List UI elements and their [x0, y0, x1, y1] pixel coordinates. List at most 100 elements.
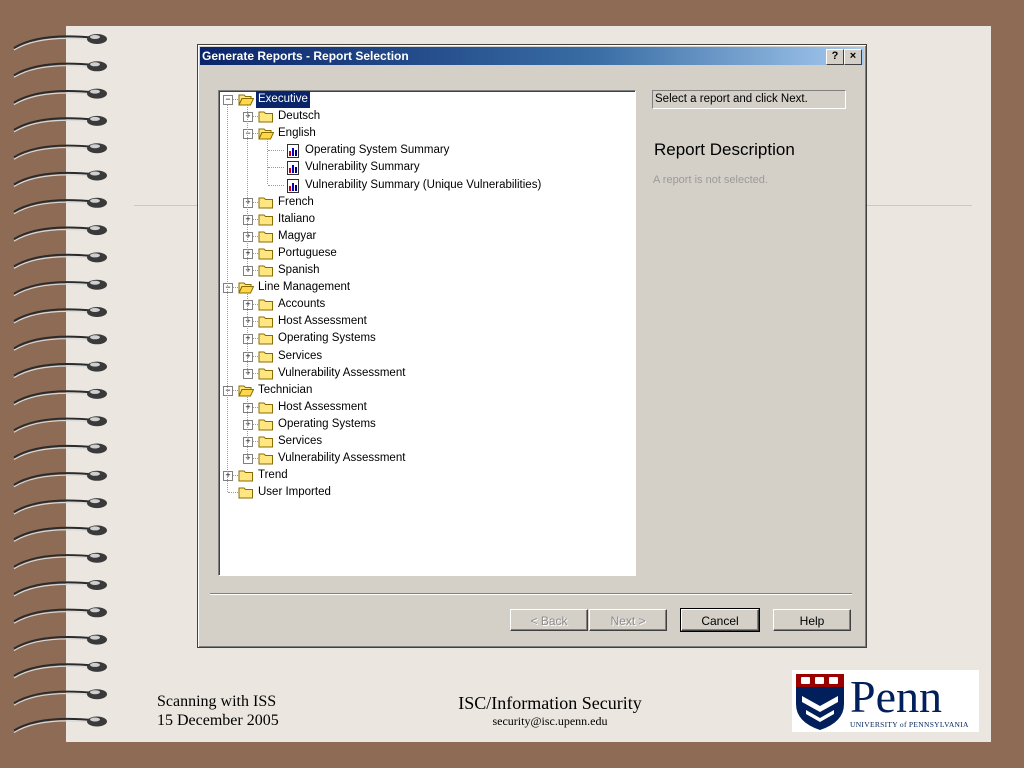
- expand-icon[interactable]: +: [243, 266, 253, 276]
- tree-folder-item[interactable]: + Deutsch: [219, 108, 635, 125]
- expand-icon[interactable]: +: [243, 112, 253, 123]
- cancel-button[interactable]: Cancel: [680, 608, 760, 632]
- tree-folder-item[interactable]: + Accounts: [219, 296, 635, 313]
- tree-item-label: Operating Systems: [278, 417, 376, 430]
- back-button[interactable]: < Back: [510, 609, 588, 631]
- tree-item-label: Vulnerability Assessment: [278, 452, 406, 465]
- expand-icon[interactable]: +: [243, 351, 253, 362]
- tree-folder-item[interactable]: + Spanish: [219, 262, 635, 279]
- collapse-icon[interactable]: −: [243, 129, 253, 140]
- expand-icon[interactable]: +: [243, 317, 253, 328]
- tree-item-label: Accounts: [278, 298, 326, 311]
- tree-report-item[interactable]: Vulnerability Summary: [219, 159, 635, 176]
- folder-icon: [258, 350, 274, 363]
- collapse-icon[interactable]: −: [223, 283, 233, 294]
- spiral-ring: [13, 444, 97, 459]
- tree-folder-item[interactable]: − Technician: [219, 382, 635, 399]
- report-description-text: A report is not selected.: [653, 174, 768, 186]
- tree-folder-item[interactable]: + Host Assessment: [219, 399, 635, 416]
- footer-course-title: Scanning with ISS: [157, 693, 277, 710]
- tree-folder-item[interactable]: + Portuguese: [219, 245, 635, 262]
- tree-folder-item[interactable]: − English: [219, 125, 635, 142]
- folder-icon: [238, 486, 254, 499]
- spiral-ring: [13, 581, 97, 595]
- expand-icon[interactable]: +: [243, 248, 253, 259]
- spiral-ring: [13, 526, 97, 541]
- tree-folder-item[interactable]: + Services: [219, 433, 635, 450]
- tree-folder-item[interactable]: + Italiano: [219, 211, 635, 228]
- expand-icon[interactable]: +: [243, 437, 253, 447]
- close-button[interactable]: ×: [844, 49, 862, 65]
- slide-rule-left: [134, 205, 198, 206]
- expand-icon[interactable]: +: [243, 197, 253, 208]
- folder-icon: [258, 315, 274, 328]
- spiral-ring: [13, 608, 97, 623]
- spiral-ring: [13, 335, 97, 350]
- spiral-ring: [13, 717, 97, 732]
- spiral-ring: [13, 362, 97, 377]
- tree-folder-item[interactable]: + Vulnerability Assessment: [219, 365, 635, 382]
- tree-folder-item[interactable]: − Executive: [219, 91, 635, 108]
- button-separator: [210, 593, 852, 595]
- expand-icon[interactable]: +: [243, 454, 253, 465]
- tree-folder-item[interactable]: + Operating Systems: [219, 416, 635, 433]
- next-button[interactable]: Next >: [589, 609, 667, 631]
- expand-icon[interactable]: +: [243, 214, 253, 225]
- footer-date: 15 December 2005: [157, 712, 279, 729]
- hint-text: Select a report and click Next.: [652, 90, 846, 109]
- dialog-title: Generate Reports - Report Selection: [202, 49, 409, 63]
- spiral-ring: [13, 199, 97, 213]
- penn-subtitle: UNIVERSITY of PENNSYLVANIA: [850, 720, 969, 729]
- tree-item-label: French: [278, 195, 314, 208]
- tree-folder-item[interactable]: − Line Management: [219, 279, 635, 296]
- tree-report-item[interactable]: Vulnerability Summary (Unique Vulnerabil…: [219, 177, 635, 194]
- folder-icon: [258, 418, 274, 431]
- expand-icon[interactable]: +: [243, 402, 253, 413]
- tree-item-label: Spanish: [278, 264, 320, 276]
- tree-folder-item[interactable]: + Operating Systems: [219, 330, 635, 347]
- expand-icon[interactable]: +: [243, 368, 253, 379]
- tree-item-label: Magyar: [278, 229, 317, 242]
- dialog-titlebar: Generate Reports - Report Selection ? ×: [200, 47, 864, 65]
- tree-folder-item[interactable]: User Imported: [219, 484, 635, 501]
- tree-folder-item[interactable]: + French: [219, 194, 635, 211]
- report-icon: [285, 144, 301, 159]
- tree-report-item[interactable]: Operating System Summary: [219, 142, 635, 159]
- spiral-ring: [13, 635, 97, 650]
- tree-folder-item[interactable]: + Vulnerability Assessment: [219, 450, 635, 467]
- folder-icon: [258, 332, 274, 345]
- tree-folder-item[interactable]: + Magyar: [219, 228, 635, 245]
- help-button[interactable]: Help: [773, 609, 851, 631]
- tree-folder-item[interactable]: + Services: [219, 348, 635, 365]
- tree-folder-item[interactable]: + Trend: [219, 467, 635, 484]
- folder-icon: [258, 435, 274, 448]
- tree-item-label: Technician: [258, 383, 313, 396]
- footer-email: security@isc.upenn.edu: [492, 714, 608, 728]
- spiral-ring: [13, 35, 97, 49]
- folder-icon: [258, 230, 274, 243]
- folder-icon: [258, 367, 274, 380]
- expand-icon[interactable]: +: [243, 300, 253, 311]
- expand-icon[interactable]: +: [243, 419, 253, 430]
- tree-folder-item[interactable]: + Host Assessment: [219, 313, 635, 330]
- tree-item-label: Executive: [256, 91, 310, 108]
- expand-icon[interactable]: +: [243, 334, 253, 345]
- expand-icon[interactable]: +: [223, 471, 233, 482]
- penn-logo: Penn UNIVERSITY of PENNSYLVANIA: [792, 670, 979, 732]
- spiral-ring: [13, 62, 97, 77]
- spiral-ring: [13, 117, 97, 131]
- help-title-button[interactable]: ?: [826, 49, 844, 65]
- tree-item-label: Services: [278, 349, 323, 362]
- report-tree[interactable]: − Executive + Deutsch − English Operating Syst…: [218, 90, 636, 576]
- collapse-icon[interactable]: −: [223, 385, 233, 396]
- folder-open-icon: [238, 93, 255, 106]
- tree-item-label: Line Management: [258, 281, 351, 294]
- tree-item-label: Vulnerability Summary: [305, 161, 420, 174]
- folder-icon: [258, 213, 274, 226]
- spiral-ring: [13, 690, 97, 705]
- folder-icon: [258, 452, 274, 465]
- collapse-icon[interactable]: −: [223, 95, 233, 105]
- expand-icon[interactable]: +: [243, 231, 253, 242]
- spiral-binding: [13, 34, 107, 734]
- folder-open-icon: [258, 127, 275, 140]
